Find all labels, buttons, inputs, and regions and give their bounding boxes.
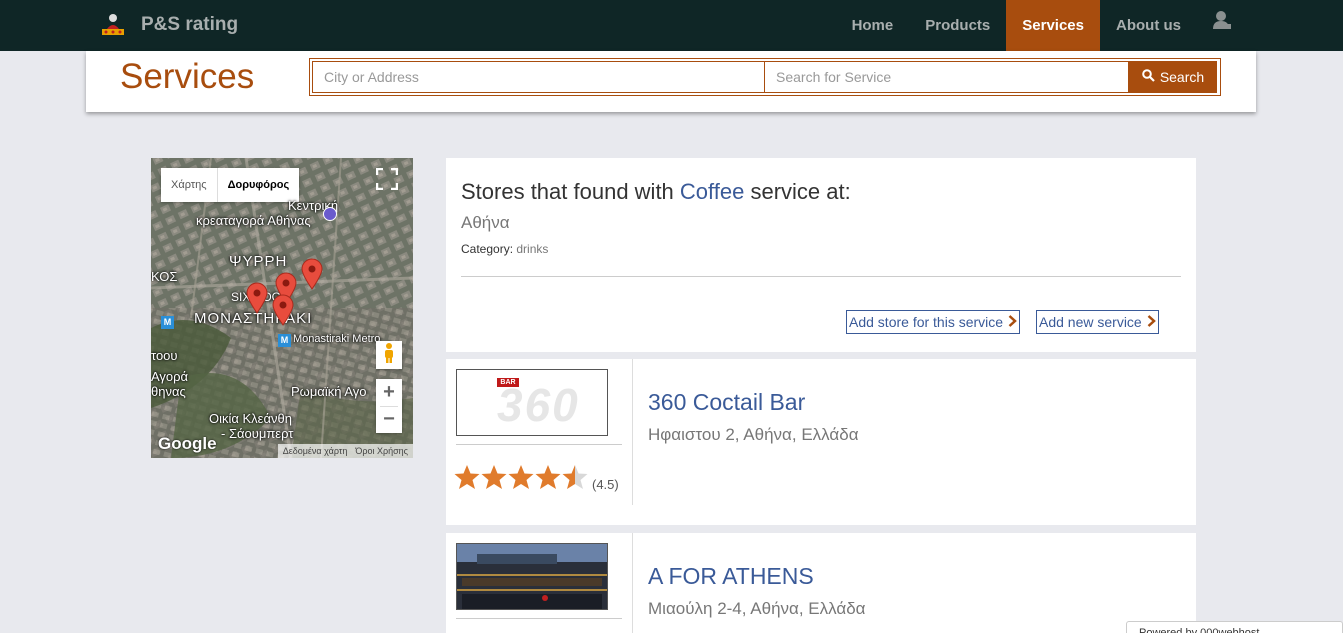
store-address: Ηφαιστου 2, Αθήνα, Ελλάδα: [648, 425, 859, 444]
map-label: κρεαταγορά Αθήνας: [196, 213, 311, 228]
metro-icon: M: [161, 316, 174, 329]
rating-stars-icon: [454, 464, 588, 489]
divider: [632, 359, 633, 505]
category-value: drinks: [516, 242, 549, 256]
map-type-map-option[interactable]: Χάρτης: [161, 168, 217, 202]
search-header: Services City or Address Search for Serv…: [86, 51, 1256, 112]
map-marker-icon: [246, 282, 268, 319]
brand-name: P&S rating: [141, 14, 239, 35]
map-marker-icon: [272, 294, 294, 331]
nav-home[interactable]: Home: [836, 0, 910, 51]
store-card: BAR 360 (4.5) 360 Coctail Bar Ηφαιστου 2…: [446, 359, 1196, 525]
shopping-cart-icon: [323, 207, 337, 221]
add-store-button[interactable]: Add store for this service: [846, 310, 1021, 334]
search-button-label: Search: [1159, 69, 1205, 85]
map-label: Monastiraki Metro: [293, 333, 381, 345]
add-service-button[interactable]: Add new service: [1036, 310, 1159, 334]
add-store-label: Add store for this service: [849, 314, 1004, 330]
zoom-in-button[interactable]: +: [383, 379, 395, 406]
store-address: Μιαούλη 2-4, Αθήνα, Ελλάδα: [648, 599, 866, 618]
divider: [456, 444, 622, 445]
results-header-card: Stores that found with Coffee service at…: [446, 158, 1196, 352]
store-photo-image[interactable]: [456, 543, 608, 610]
city-address-input[interactable]: City or Address: [312, 61, 765, 93]
nav-menu: Home Products Services About us: [836, 0, 1247, 51]
search-icon: [1142, 69, 1155, 85]
results-city: Αθήνα: [461, 213, 510, 232]
chevron-right-icon: [1147, 314, 1156, 330]
map-label: Αγορά: [151, 369, 189, 384]
map-label: Οικία Κλεάνθη: [209, 411, 292, 426]
map-widget[interactable]: Χάρτης Δορυφόρος Κεντρική κρεαταγορά Αθή…: [151, 158, 413, 458]
map-footer: Δεδομένα χάρτη Όροι Χρήσης: [277, 444, 413, 458]
map-label: τοου: [151, 348, 178, 363]
divider: [456, 618, 622, 619]
user-icon: [1213, 0, 1231, 51]
map-type-toggle: Χάρτης Δορυφόρος: [161, 168, 300, 202]
map-label: - Σάουμπερτ: [221, 426, 294, 441]
divider: [461, 276, 1181, 277]
rating-value: (4.5): [592, 477, 619, 492]
map-terms-link[interactable]: Όροι Χρήσης: [355, 446, 408, 456]
map-label: θηνας: [151, 384, 186, 399]
map-marker-icon: [301, 258, 323, 295]
service-search-input[interactable]: Search for Service: [765, 61, 1129, 93]
map-label: Ρωμαϊκή Αγο: [291, 384, 367, 399]
brand[interactable]: P&S rating: [100, 12, 238, 38]
pegman-icon: [383, 342, 395, 369]
podium-user-icon: [100, 12, 126, 38]
nav-about[interactable]: About us: [1100, 0, 1197, 51]
fullscreen-button[interactable]: [374, 167, 400, 195]
search-button[interactable]: Search: [1129, 61, 1217, 93]
results-category: Category: drinks: [461, 242, 548, 256]
results-heading: Stores that found with Coffee service at…: [461, 179, 851, 205]
map-data-link[interactable]: Δεδομένα χάρτη: [283, 446, 348, 456]
store-name-link[interactable]: A FOR ATHENS: [648, 563, 814, 590]
store-logo-image[interactable]: BAR 360: [456, 369, 608, 436]
nav-products[interactable]: Products: [909, 0, 1006, 51]
results-keyword: Coffee: [679, 179, 745, 204]
star-rating: (4.5): [454, 463, 619, 492]
logo-text: 360: [497, 379, 580, 431]
user-menu-button[interactable]: [1197, 0, 1247, 51]
nav-services[interactable]: Services: [1006, 0, 1100, 51]
fullscreen-icon: [375, 167, 399, 195]
street-view-pegman[interactable]: [376, 341, 402, 369]
top-navbar: P&S rating Home Products Services About …: [0, 0, 1343, 51]
divider: [632, 533, 633, 633]
map-type-satellite-option[interactable]: Δορυφόρος: [216, 168, 300, 202]
store-name-link[interactable]: 360 Coctail Bar: [648, 389, 805, 416]
google-logo: Google: [158, 434, 217, 453]
add-service-label: Add new service: [1039, 314, 1142, 330]
powered-by-badge[interactable]: Powered by 000webhost: [1126, 621, 1343, 633]
building-photo: [457, 544, 607, 609]
page-title: Services: [120, 57, 255, 96]
map-label: ΚΟΣ: [151, 269, 178, 284]
category-label: Category:: [461, 242, 514, 256]
metro-icon: M: [278, 334, 291, 347]
results-heading-prefix: Stores that found with: [461, 179, 674, 204]
zoom-controls: + −: [376, 379, 402, 433]
results-heading-suffix: service at:: [750, 179, 851, 204]
chevron-right-icon: [1008, 314, 1017, 330]
search-form: City or Address Search for Service Searc…: [309, 58, 1221, 96]
map-label: ΨΥΡΡΗ: [229, 253, 288, 270]
zoom-out-button[interactable]: −: [380, 406, 398, 433]
store-card: A FOR ATHENS Μιαούλη 2-4, Αθήνα, Ελλάδα: [446, 533, 1196, 633]
